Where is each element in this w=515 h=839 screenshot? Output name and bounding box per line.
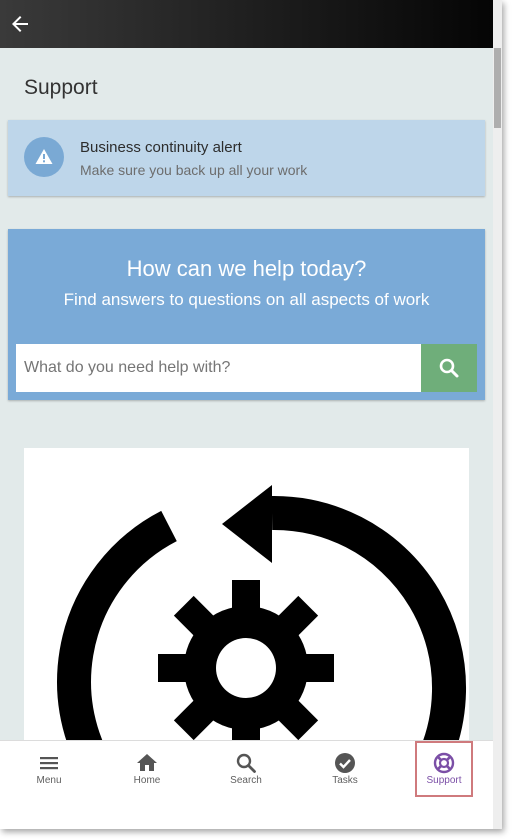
nav-home[interactable]: Home: [98, 741, 196, 801]
nav-search-label: Search: [230, 775, 262, 786]
nav-search[interactable]: Search: [197, 741, 295, 801]
business-continuity-alert[interactable]: Business continuity alert Make sure you …: [8, 120, 485, 196]
top-app-bar: [0, 0, 493, 48]
warning-icon: [35, 149, 53, 164]
active-item-highlight: [415, 741, 473, 797]
support-image-card: [24, 448, 469, 748]
scrollbar[interactable]: [493, 0, 502, 829]
search-icon: [439, 358, 459, 378]
nav-tasks-label: Tasks: [332, 775, 358, 786]
search-icon: [236, 753, 256, 773]
scrollbar-thumb[interactable]: [494, 48, 501, 128]
back-button[interactable]: [8, 12, 32, 36]
help-panel: How can we help today? Find answers to q…: [8, 229, 485, 400]
nav-home-label: Home: [133, 775, 161, 786]
alert-subtitle: Make sure you back up all your work: [80, 162, 308, 178]
app-frame: Support Business continuity alert Make s…: [0, 0, 502, 829]
home-icon: [137, 754, 157, 771]
nav-menu-label: Menu: [36, 775, 62, 786]
search-button[interactable]: [421, 344, 477, 392]
gear-refresh-icon: [57, 485, 467, 748]
menu-icon: [40, 757, 58, 770]
help-subtitle: Find answers to questions on all aspects…: [63, 290, 430, 309]
page-title: Support: [24, 76, 98, 99]
help-title: How can we help today?: [126, 256, 367, 281]
alert-icon-badge: [24, 137, 64, 177]
nav-menu[interactable]: Menu: [0, 741, 98, 801]
nav-tasks[interactable]: Tasks: [296, 741, 394, 801]
check-circle-icon: [335, 753, 355, 773]
arrow-left-icon: [12, 16, 28, 32]
alert-title: Business continuity alert: [80, 139, 242, 156]
help-search-input[interactable]: [16, 344, 421, 392]
bottom-navigation: Menu Home Search Tasks Support: [0, 740, 493, 829]
